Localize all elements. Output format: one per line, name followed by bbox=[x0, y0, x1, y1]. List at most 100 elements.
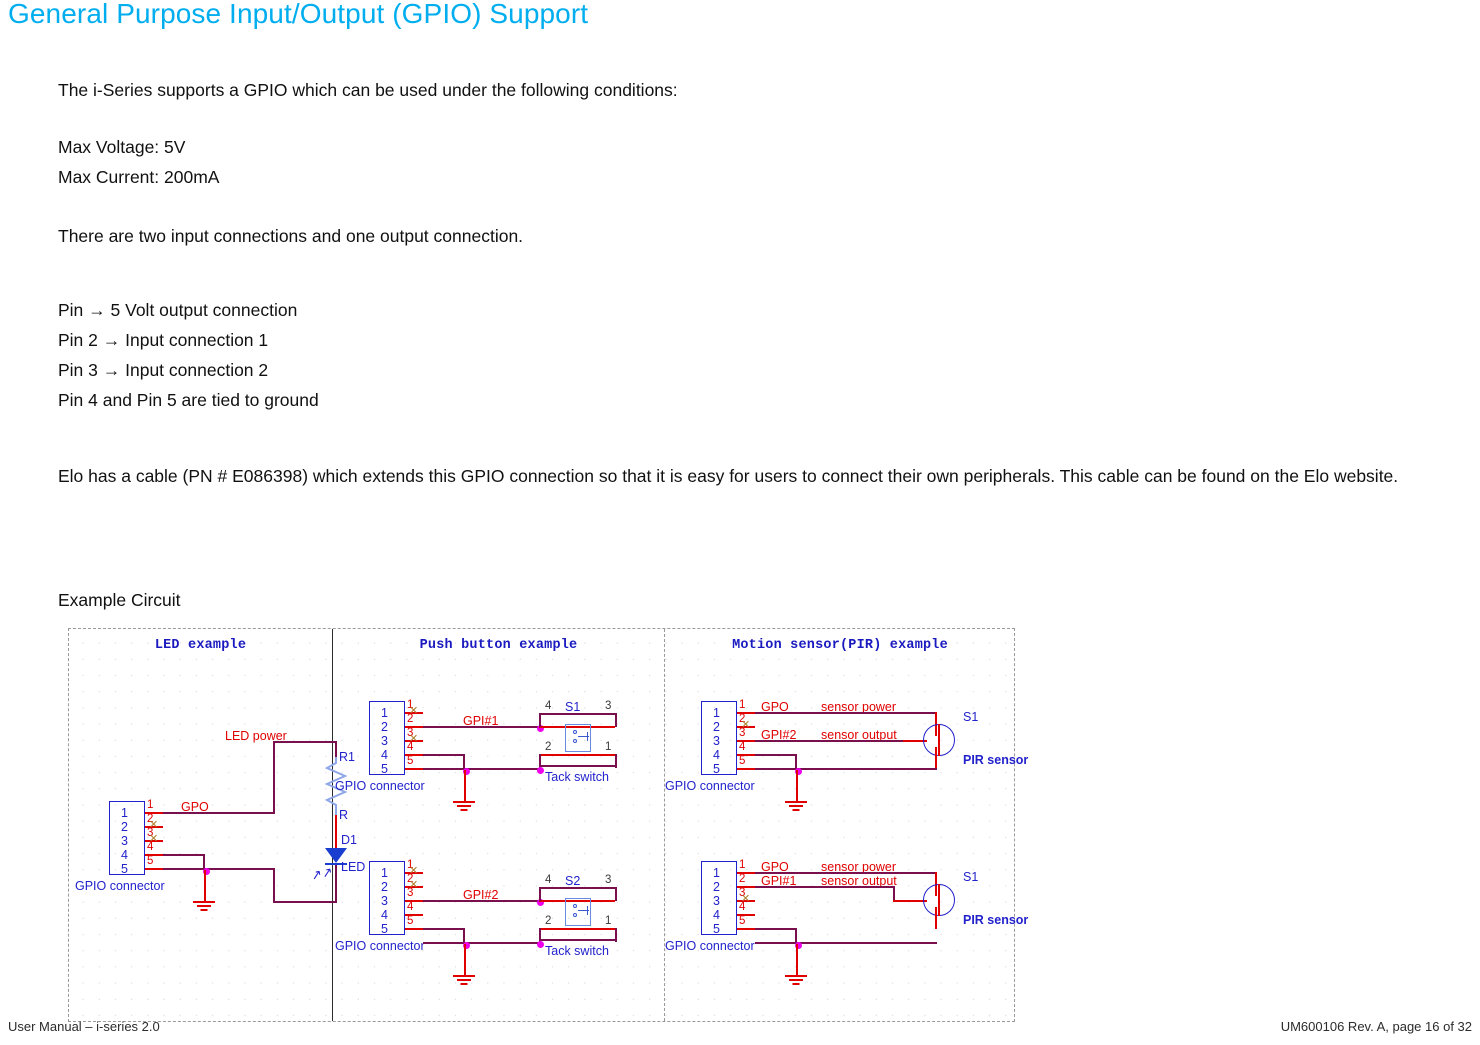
switch-bottom-right-edge bbox=[615, 928, 618, 942]
no-connect-icon: ✕ bbox=[409, 705, 419, 717]
led-emission-arrows-icon: ↗↗ bbox=[309, 863, 335, 884]
pin-number-5: 5 bbox=[739, 915, 746, 927]
pin-number-2: 2 bbox=[739, 873, 746, 885]
wire-gpo bbox=[163, 812, 275, 815]
switch-ref-s2: S2 bbox=[565, 874, 581, 888]
no-connect-icon: ✕ bbox=[741, 893, 751, 905]
wire-gpi2 bbox=[423, 900, 539, 903]
wire-sensor-power bbox=[755, 712, 937, 715]
switch-bottom-left-edge bbox=[539, 928, 542, 942]
wire-ground-rail bbox=[423, 768, 541, 771]
tack-switch-lever-stop-icon bbox=[587, 906, 589, 915]
connector-num-1: 1 bbox=[121, 806, 128, 820]
no-connect-icon: ✕ bbox=[149, 833, 159, 845]
panel-title-pir: Motion sensor(PIR) example bbox=[732, 638, 948, 653]
footer-right-text: UM600106 Rev. A, page 16 of 32 bbox=[1280, 1019, 1472, 1034]
switch-name-label: Tack switch bbox=[545, 944, 609, 958]
gpio-connector-label: GPIO connector bbox=[665, 939, 755, 953]
connector-num-1: 1 bbox=[713, 706, 720, 720]
wire-to-ground bbox=[796, 944, 798, 976]
ground-symbol-icon bbox=[193, 901, 215, 911]
switch-name-label: Tack switch bbox=[545, 770, 609, 784]
connector-num-4: 4 bbox=[121, 848, 128, 862]
connector-num-3: 3 bbox=[713, 894, 720, 908]
pin-stub-5 bbox=[737, 768, 755, 770]
switch-bottom-bar bbox=[539, 765, 617, 768]
pin-line-4: Pin 4 and Pin 5 are tied to ground bbox=[58, 390, 319, 410]
wire-return-riser bbox=[273, 868, 276, 903]
wire-gpo-riser bbox=[273, 741, 276, 814]
wire-pin4-tie bbox=[755, 928, 797, 931]
pin-number-1: 1 bbox=[147, 799, 154, 811]
connector-num-3: 3 bbox=[381, 734, 388, 748]
wire-to-ground bbox=[464, 770, 466, 802]
connector-num-4: 4 bbox=[713, 908, 720, 922]
pin-line-1: Pin → 5 Volt output connection bbox=[58, 300, 298, 320]
pin-line-3: Pin 3 → Input connection 2 bbox=[58, 360, 269, 380]
connector-num-2: 2 bbox=[713, 880, 720, 894]
pin-stub-5 bbox=[405, 768, 423, 770]
wire-ground-rail bbox=[755, 768, 937, 771]
no-connect-icon: ✕ bbox=[409, 733, 419, 745]
switch-bottom-bar bbox=[539, 939, 617, 942]
pin-stub-5 bbox=[737, 928, 755, 930]
wire-return-bottom bbox=[273, 901, 337, 904]
connector-num-4: 4 bbox=[713, 748, 720, 762]
wire-sensor-output bbox=[755, 740, 905, 743]
switch-bottom-left-edge bbox=[539, 754, 542, 768]
panel-title-push: Push button example bbox=[419, 638, 578, 653]
no-connect-icon: ✕ bbox=[149, 819, 159, 831]
connector-num-4: 4 bbox=[381, 748, 388, 762]
gpio-connector-label: GPIO connector bbox=[335, 939, 425, 953]
intro-paragraph: The i-Series supports a GPIO which can b… bbox=[58, 80, 678, 100]
ground-symbol-icon bbox=[453, 801, 475, 811]
tack-switch-terminal-icon bbox=[573, 739, 577, 743]
connector-num-5: 5 bbox=[381, 762, 388, 776]
pin-stub-5 bbox=[405, 928, 423, 930]
sensor-ref-s1: S1 bbox=[963, 870, 979, 884]
no-connect-icon: ✕ bbox=[409, 879, 419, 891]
wire-pin4-tie bbox=[423, 928, 465, 931]
switch-pin-1: 1 bbox=[605, 741, 612, 753]
ground-symbol-icon bbox=[785, 801, 807, 811]
gpio-connector-label: GPIO connector bbox=[335, 779, 425, 793]
connector-num-4: 4 bbox=[381, 908, 388, 922]
wire-sensor-ground-drop bbox=[935, 747, 937, 769]
wire-pin4-tie bbox=[423, 754, 465, 757]
pin-number-5: 5 bbox=[739, 755, 746, 767]
wire-switch-bottom-pins bbox=[539, 928, 615, 930]
switch-pin-4: 4 bbox=[545, 874, 552, 886]
connector-num-2: 2 bbox=[121, 820, 128, 834]
switch-pin-2: 2 bbox=[545, 915, 552, 927]
junction-dot bbox=[536, 940, 544, 948]
connector-num-1: 1 bbox=[381, 866, 388, 880]
connections-note: There are two input connections and one … bbox=[58, 226, 524, 246]
junction-dot bbox=[536, 766, 544, 774]
wire-to-ground bbox=[204, 870, 206, 902]
max-current-line: Max Current: 200mA bbox=[58, 167, 220, 187]
switch-pin-3: 3 bbox=[605, 700, 612, 712]
pin-number-5: 5 bbox=[407, 915, 414, 927]
wire-pin4-tie bbox=[163, 854, 205, 857]
connector-num-1: 1 bbox=[713, 866, 720, 880]
wire-ground-rail bbox=[423, 942, 541, 945]
footer-left-text: User Manual – i-series 2.0 bbox=[8, 1019, 160, 1034]
wire-switch-bottom-pins bbox=[539, 754, 615, 756]
connector-num-3: 3 bbox=[713, 734, 720, 748]
sensor-name-label: PIR sensor bbox=[963, 753, 1029, 767]
connector-num-3: 3 bbox=[381, 894, 388, 908]
wire-ground-rail bbox=[755, 942, 937, 945]
switch-top-right-edge bbox=[615, 887, 618, 901]
wire-to-ground bbox=[464, 944, 466, 976]
pin-number-1: 1 bbox=[739, 699, 746, 711]
gpio-connector-label: GPIO connector bbox=[75, 879, 165, 893]
switch-bottom-right-edge bbox=[615, 754, 618, 768]
connector-num-3: 3 bbox=[121, 834, 128, 848]
pir-sensor-center-line bbox=[938, 884, 940, 916]
page-title: General Purpose Input/Output (GPIO) Supp… bbox=[8, 0, 589, 29]
switch-pin-1: 1 bbox=[605, 915, 612, 927]
switch-ref-s1: S1 bbox=[565, 700, 581, 714]
tack-switch-terminal-icon bbox=[573, 904, 577, 908]
tack-switch-terminal-icon bbox=[573, 913, 577, 917]
pin-number-5: 5 bbox=[147, 855, 154, 867]
